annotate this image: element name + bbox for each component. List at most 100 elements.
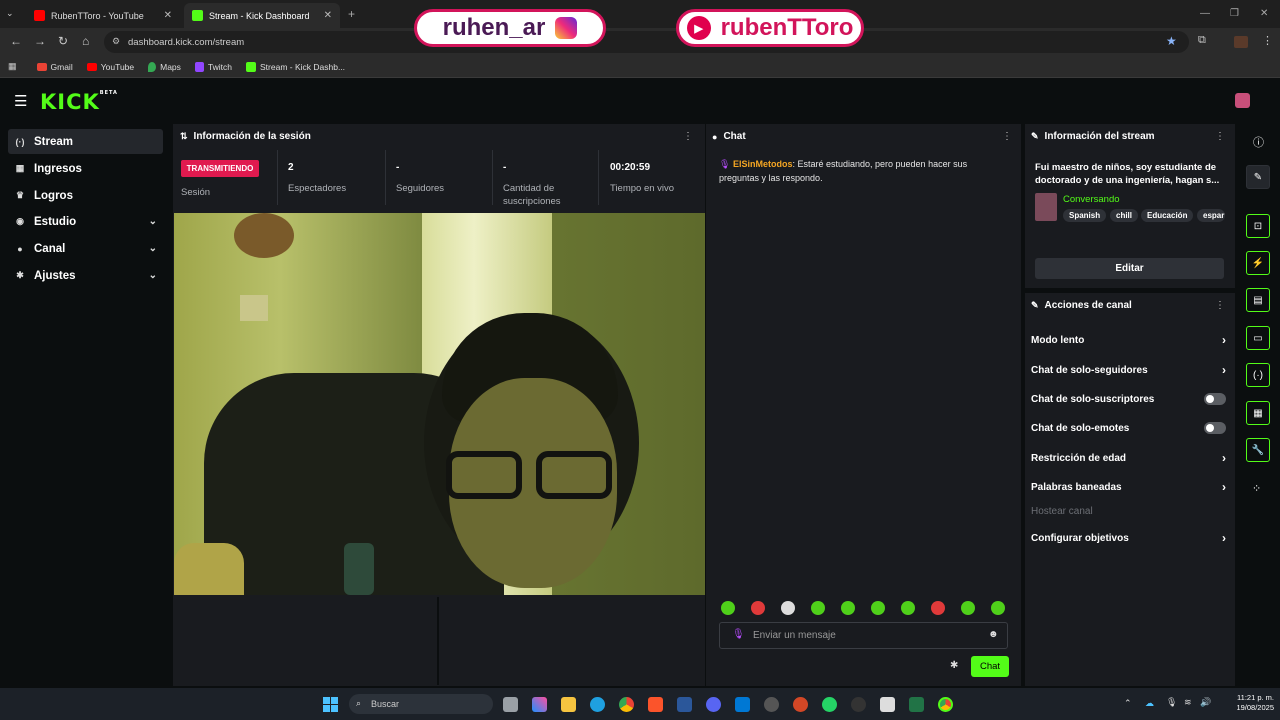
rail-button-notes[interactable]: ▤ xyxy=(1246,288,1270,312)
bookmark-youtube[interactable]: YouTube xyxy=(86,62,134,72)
emote-icon[interactable] xyxy=(901,601,915,615)
more-options-icon[interactable]: ⋮ xyxy=(1215,300,1225,311)
action-configurar-objetivos[interactable]: Configurar objetivos › xyxy=(1031,531,1226,545)
action-restriccion-edad[interactable]: Restricción de edad › xyxy=(1031,451,1226,465)
more-options-icon[interactable]: ⋮ xyxy=(683,131,693,142)
category-link[interactable]: Conversando xyxy=(1063,194,1120,205)
whatsapp-icon[interactable] xyxy=(822,697,837,712)
close-icon[interactable]: ✕ xyxy=(164,10,172,21)
chevron-down-icon[interactable]: ⌄ xyxy=(149,270,157,281)
sidebar-item-logros[interactable]: ♛ Logros xyxy=(8,183,163,208)
emote-icon[interactable] xyxy=(961,601,975,615)
close-icon[interactable]: ✕ xyxy=(324,10,332,21)
excel-icon[interactable] xyxy=(909,697,924,712)
emote-icon[interactable] xyxy=(751,601,765,615)
home-icon[interactable]: ⌂ xyxy=(82,34,89,48)
extensions-icon[interactable]: ⧉ xyxy=(1198,34,1206,47)
edit-rail-button[interactable]: ✎ xyxy=(1246,165,1270,189)
sidebar-item-stream[interactable]: (·) Stream xyxy=(8,129,163,154)
tab-youtube[interactable]: RubenTToro - YouTube ✕ xyxy=(26,3,180,28)
tab-search-icon[interactable]: ⌄ xyxy=(6,8,14,19)
info-icon[interactable]: ⓘ xyxy=(1253,134,1264,150)
emote-icon[interactable] xyxy=(931,601,945,615)
emote-icon[interactable] xyxy=(991,601,1005,615)
site-info-icon[interactable]: ⚙ xyxy=(112,36,120,47)
obs-icon[interactable] xyxy=(764,697,779,712)
window-close-icon[interactable]: ✕ xyxy=(1260,8,1268,19)
action-modo-lento[interactable]: Modo lento › xyxy=(1031,333,1226,347)
rail-button-broadcast[interactable]: (·) xyxy=(1246,363,1270,387)
edit-stream-button[interactable]: Editar xyxy=(1035,258,1224,279)
action-palabras-baneadas[interactable]: Palabras baneadas › xyxy=(1031,480,1226,494)
send-chat-button[interactable]: Chat xyxy=(971,656,1009,677)
edge-icon[interactable] xyxy=(590,697,605,712)
chrome-active-icon[interactable] xyxy=(938,697,953,712)
task-view-icon[interactable] xyxy=(503,697,518,712)
chevron-down-icon[interactable]: ⌄ xyxy=(149,216,157,227)
brave-icon[interactable] xyxy=(648,697,663,712)
hamburger-menu-icon[interactable]: ☰ xyxy=(14,92,27,110)
browser-menu-icon[interactable]: ⋮ xyxy=(1262,34,1273,47)
volume-icon[interactable]: 🔊 xyxy=(1200,697,1211,708)
back-icon[interactable]: ← xyxy=(10,34,22,48)
chevron-down-icon[interactable]: ⌄ xyxy=(149,243,157,254)
store-icon[interactable] xyxy=(880,697,895,712)
apps-rail-icon[interactable]: ⁘ xyxy=(1252,482,1261,495)
emote-icon[interactable] xyxy=(781,601,795,615)
word-icon[interactable] xyxy=(677,697,692,712)
more-options-icon[interactable]: ⋮ xyxy=(1002,131,1012,142)
apps-icon[interactable]: ▦ xyxy=(8,61,17,72)
emotes-only-toggle[interactable] xyxy=(1204,422,1226,434)
rail-button-chat[interactable]: ▭ xyxy=(1246,326,1270,350)
bookmark-twitch[interactable]: Twitch xyxy=(194,61,232,72)
tag[interactable]: Educación xyxy=(1141,209,1194,222)
microphone-icon[interactable]: 🎙 xyxy=(1166,697,1177,708)
tag[interactable]: chill xyxy=(1110,209,1139,222)
windows-start-icon[interactable] xyxy=(323,697,338,712)
sidebar-item-canal[interactable]: ● Canal ⌄ xyxy=(8,236,163,261)
emote-icon[interactable] xyxy=(721,601,735,615)
subscribers-only-toggle[interactable] xyxy=(1204,393,1226,405)
emoji-icon[interactable]: ☻ xyxy=(988,629,999,640)
sidebar-item-ajustes[interactable]: ✱ Ajustes ⌄ xyxy=(8,263,163,288)
bookmark-maps[interactable]: Maps xyxy=(148,61,181,72)
discord-icon[interactable] xyxy=(706,697,721,712)
emote-icon[interactable] xyxy=(871,601,885,615)
address-bar[interactable]: ⚙ dashboard.kick.com/stream xyxy=(104,31,1189,53)
app-icon[interactable] xyxy=(851,697,866,712)
tab-kick-dashboard[interactable]: Stream - Kick Dashboard ✕ xyxy=(184,3,340,28)
bookmark-gmail[interactable]: Gmail xyxy=(36,62,73,72)
new-tab-button[interactable]: + xyxy=(348,7,355,21)
rail-button-flash[interactable]: ⚡ xyxy=(1246,251,1270,275)
chrome-icon[interactable] xyxy=(619,697,634,712)
bookmark-kick[interactable]: Stream - Kick Dashb... xyxy=(246,61,345,72)
emote-icon[interactable] xyxy=(811,601,825,615)
reload-icon[interactable]: ↻ xyxy=(58,34,68,48)
vscode-icon[interactable] xyxy=(735,697,750,712)
user-avatar[interactable] xyxy=(1235,93,1250,108)
action-solo-seguidores[interactable]: Chat de solo-seguidores › xyxy=(1031,363,1226,377)
bookmark-star-icon[interactable]: ★ xyxy=(1166,34,1177,48)
minimize-icon[interactable]: — xyxy=(1200,8,1210,19)
wifi-icon[interactable]: ≋ xyxy=(1184,697,1192,708)
file-explorer-icon[interactable] xyxy=(561,697,576,712)
profile-avatar[interactable] xyxy=(1234,36,1248,48)
sidebar-item-ingresos[interactable]: ▦ Ingresos xyxy=(8,156,163,181)
stream-preview[interactable] xyxy=(174,213,705,595)
powerpoint-icon[interactable] xyxy=(793,697,808,712)
chat-username[interactable]: ElSinMetodos xyxy=(733,159,793,169)
more-options-icon[interactable]: ⋮ xyxy=(1215,131,1225,142)
tag[interactable]: espar xyxy=(1197,209,1225,222)
sidebar-item-estudio[interactable]: ◉ Estudio ⌄ xyxy=(8,209,163,234)
emote-icon[interactable] xyxy=(841,601,855,615)
copilot-icon[interactable] xyxy=(532,697,547,712)
rail-button-capture[interactable]: ⊡ xyxy=(1246,214,1270,238)
forward-icon[interactable]: → xyxy=(34,34,46,48)
rail-button-layout[interactable]: ▦ xyxy=(1246,401,1270,425)
onedrive-icon[interactable]: ☁ xyxy=(1145,698,1154,709)
chat-message-input[interactable]: 🎙 Enviar un mensaje ☻ xyxy=(719,622,1008,649)
tag[interactable]: Spanish xyxy=(1063,209,1107,222)
tray-expand-icon[interactable]: ⌃ xyxy=(1124,698,1132,709)
chat-settings-icon[interactable]: ✱ xyxy=(950,660,958,671)
taskbar-clock[interactable]: 11:21 p. m. 19/08/2025 xyxy=(1218,693,1274,713)
